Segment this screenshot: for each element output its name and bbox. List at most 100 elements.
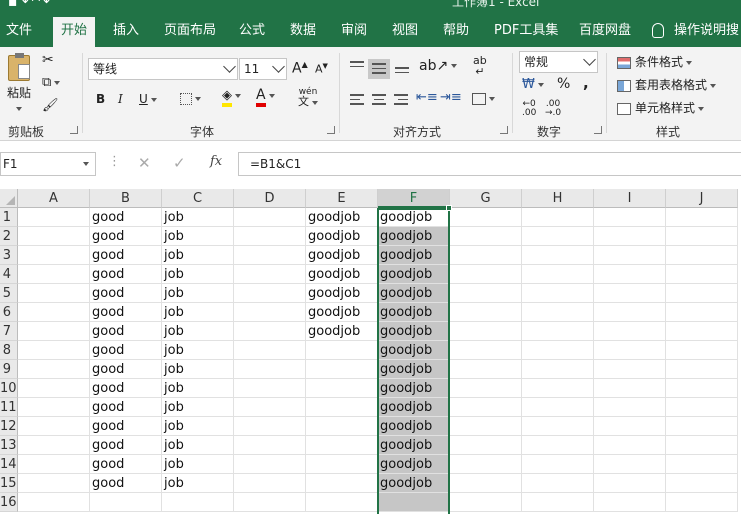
cell-d2[interactable] (234, 227, 306, 246)
cell-b8[interactable]: good (90, 341, 162, 360)
tab-page-layout[interactable]: 页面布局 (164, 14, 216, 47)
cell-a9[interactable] (18, 360, 90, 379)
cell-b7[interactable]: good (90, 322, 162, 341)
phonetic-button[interactable]: wén 文 (298, 87, 318, 108)
cell-d6[interactable] (234, 303, 306, 322)
cell-i6[interactable] (594, 303, 666, 322)
cell-f16[interactable] (378, 493, 450, 512)
column-header-c[interactable]: C (162, 189, 234, 208)
name-box[interactable]: F1 (0, 152, 96, 176)
cell-e1[interactable]: goodjob (306, 208, 378, 227)
cell-c14[interactable]: job (162, 455, 234, 474)
cell-e2[interactable]: goodjob (306, 227, 378, 246)
bold-button[interactable]: B (96, 92, 105, 106)
cell-i14[interactable] (594, 455, 666, 474)
cell-d5[interactable] (234, 284, 306, 303)
formula-input[interactable]: =B1&C1 (238, 152, 741, 176)
cell-i13[interactable] (594, 436, 666, 455)
save-icon[interactable]: ▪ ↶ ↷ (8, 0, 50, 10)
align-left-icon[interactable] (350, 94, 364, 108)
cell-e9[interactable] (306, 360, 378, 379)
decrease-decimal-icon[interactable]: .00 →.0 (545, 100, 561, 118)
cell-a14[interactable] (18, 455, 90, 474)
cell-d7[interactable] (234, 322, 306, 341)
cell-g15[interactable] (450, 474, 522, 493)
tab-formulas[interactable]: 公式 (239, 14, 265, 47)
column-header-g[interactable]: G (450, 189, 522, 208)
merge-center-button[interactable] (472, 91, 495, 105)
cell-i8[interactable] (594, 341, 666, 360)
cell-g8[interactable] (450, 341, 522, 360)
column-header-b[interactable]: B (90, 189, 162, 208)
font-color-button[interactable]: A (256, 88, 275, 107)
underline-button[interactable]: U (139, 92, 157, 106)
row-header[interactable]: 15 (0, 474, 18, 493)
cut-icon[interactable]: ✂ (42, 52, 54, 68)
alignment-launcher-icon[interactable] (500, 126, 508, 134)
cell-a4[interactable] (18, 265, 90, 284)
cell-e4[interactable]: goodjob (306, 265, 378, 284)
cell-h16[interactable] (522, 493, 594, 512)
cell-g14[interactable] (450, 455, 522, 474)
cell-a1[interactable] (18, 208, 90, 227)
row-header[interactable]: 6 (0, 303, 18, 322)
cell-c12[interactable]: job (162, 417, 234, 436)
drag-handle-icon[interactable]: ⋮ (108, 154, 121, 169)
cell-f5[interactable]: goodjob (378, 284, 450, 303)
row-header[interactable]: 7 (0, 322, 18, 341)
cell-a6[interactable] (18, 303, 90, 322)
align-middle-icon[interactable] (368, 59, 390, 79)
align-center-icon[interactable] (372, 94, 386, 108)
cell-h13[interactable] (522, 436, 594, 455)
cell-j16[interactable] (666, 493, 738, 512)
cell-i16[interactable] (594, 493, 666, 512)
increase-indent-icon[interactable]: ⇥≡ (440, 90, 462, 105)
row-header[interactable]: 12 (0, 417, 18, 436)
cell-h12[interactable] (522, 417, 594, 436)
cell-g5[interactable] (450, 284, 522, 303)
cell-f15[interactable]: goodjob (378, 474, 450, 493)
cell-c15[interactable]: job (162, 474, 234, 493)
cell-d12[interactable] (234, 417, 306, 436)
enter-icon[interactable]: ✓ (173, 154, 186, 172)
cell-c3[interactable]: job (162, 246, 234, 265)
cell-b4[interactable]: good (90, 265, 162, 284)
cell-j15[interactable] (666, 474, 738, 493)
align-bottom-icon[interactable] (395, 67, 409, 76)
cell-g2[interactable] (450, 227, 522, 246)
cell-g16[interactable] (450, 493, 522, 512)
cell-d8[interactable] (234, 341, 306, 360)
cell-h10[interactable] (522, 379, 594, 398)
column-header-e[interactable]: E (306, 189, 378, 208)
cell-i1[interactable] (594, 208, 666, 227)
tab-file[interactable]: 文件 (6, 14, 32, 47)
cell-b12[interactable]: good (90, 417, 162, 436)
tell-me-search[interactable]: 操作说明搜 (652, 14, 739, 47)
cell-b3[interactable]: good (90, 246, 162, 265)
cell-j4[interactable] (666, 265, 738, 284)
cell-a13[interactable] (18, 436, 90, 455)
insert-function-button[interactable]: fx (210, 154, 222, 169)
cell-b13[interactable]: good (90, 436, 162, 455)
tab-help[interactable]: 帮助 (443, 14, 469, 47)
cell-d10[interactable] (234, 379, 306, 398)
cell-h5[interactable] (522, 284, 594, 303)
cell-i11[interactable] (594, 398, 666, 417)
cell-g4[interactable] (450, 265, 522, 284)
cell-h7[interactable] (522, 322, 594, 341)
cell-h8[interactable] (522, 341, 594, 360)
align-top-icon[interactable] (350, 61, 364, 70)
column-header-j[interactable]: J (666, 189, 738, 208)
cell-e6[interactable]: goodjob (306, 303, 378, 322)
fill-handle[interactable] (446, 205, 452, 211)
column-header-h[interactable]: H (522, 189, 594, 208)
cell-g10[interactable] (450, 379, 522, 398)
cell-f7[interactable]: goodjob (378, 322, 450, 341)
cell-d1[interactable] (234, 208, 306, 227)
cell-f9[interactable]: goodjob (378, 360, 450, 379)
decrease-indent-icon[interactable]: ⇤≡ (416, 90, 438, 105)
tab-review[interactable]: 审阅 (341, 14, 367, 47)
cell-d14[interactable] (234, 455, 306, 474)
cell-e15[interactable] (306, 474, 378, 493)
cell-j9[interactable] (666, 360, 738, 379)
